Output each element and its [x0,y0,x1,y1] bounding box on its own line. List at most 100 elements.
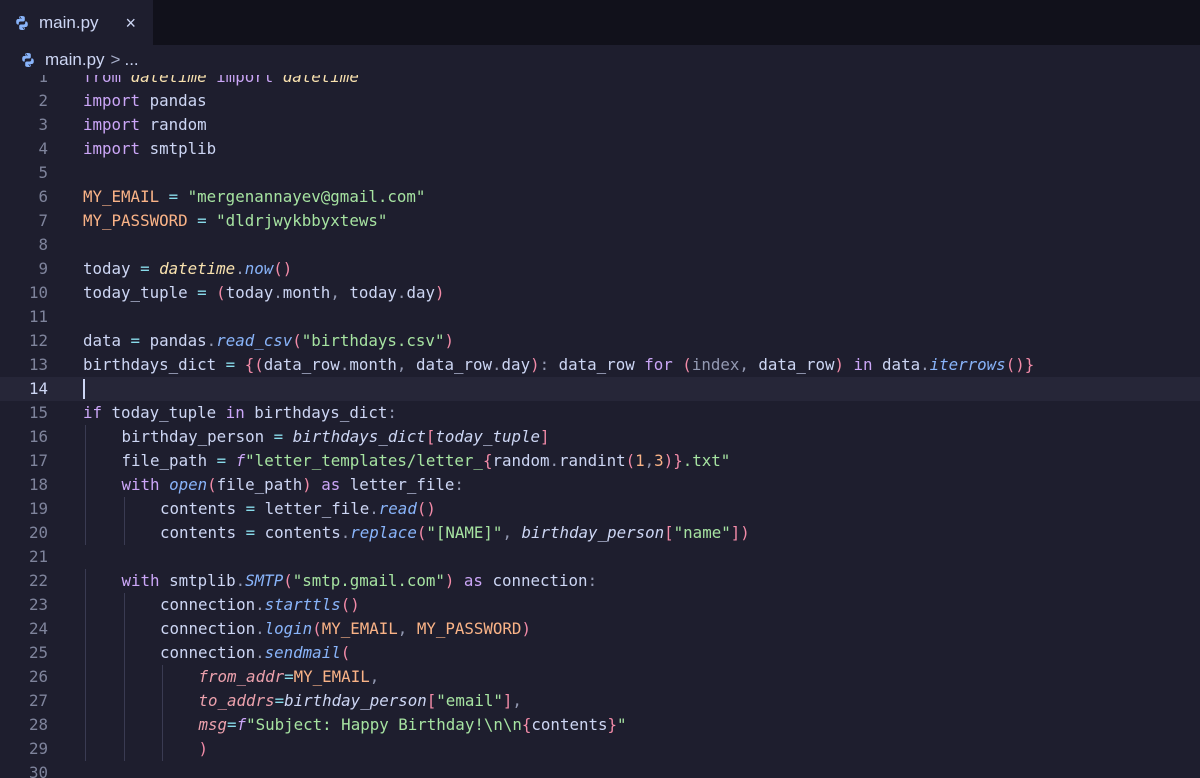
code-token: : [454,475,464,494]
line-number: 24 [28,619,48,638]
code-line[interactable]: 9 today = datetime.now() [0,257,1200,281]
code-line[interactable]: 6 MY_EMAIL = "mergenannayev@gmail.com" [0,185,1200,209]
code-token: () [416,499,436,518]
code-line[interactable]: 17 file_path = f"letter_templates/letter_… [0,449,1200,473]
code-line[interactable]: 11 [0,305,1200,329]
code-token: = [130,259,160,278]
code-token: "birthdays.csv" [301,331,445,350]
code-token: msg [198,715,228,734]
code-token: "email" [436,691,503,710]
code-token: for [634,355,683,374]
code-line[interactable]: 5 [0,161,1200,185]
chevron-right-icon: > [110,50,121,69]
code-token: . [255,643,265,662]
code-token: . [235,571,246,590]
code-line[interactable]: 7 MY_PASSWORD = "dldrjwykbbyxtews" [0,209,1200,233]
code-token: import [83,115,150,134]
line-number: 12 [28,331,48,350]
indent-guide [123,689,125,713]
code-token: as [454,571,493,590]
indent-guide [162,689,163,713]
code-line[interactable]: 18 with open(file_path) as letter_file: [0,473,1200,497]
code-token: read_csv [216,331,293,350]
code-line[interactable]: 25 connection.sendmail( [0,641,1200,665]
code-token: )} [663,451,683,470]
code-token: = [264,427,293,446]
code-token: birthday_person [521,523,665,542]
code-line[interactable]: 1 from datetime import datetime [0,75,1200,89]
code-text: MY_PASSWORD = "dldrjwykbbyxtews" [83,209,387,233]
code-token: open [169,475,208,494]
indent-guide [85,497,86,521]
code-line[interactable]: 24 connection.login(MY_EMAIL, MY_PASSWORD… [0,617,1200,641]
code-line[interactable]: 16 birthday_person = birthdays_dict[today… [0,425,1200,449]
close-icon[interactable]: × [126,14,137,32]
code-line[interactable]: 20 contents = contents.replace("[NAME]", … [0,521,1200,545]
indent-guide [123,713,125,737]
code-token: , [369,667,380,686]
code-line[interactable]: 19 contents = letter_file.read() [0,497,1200,521]
breadcrumb-file[interactable]: main.py [20,50,105,70]
breadcrumb-more[interactable]: ... [124,50,138,70]
line-number: 15 [28,403,48,422]
code-token: birthday_person [284,691,427,710]
code-text: today = datetime.now() [83,257,292,281]
line-number: 5 [38,163,48,182]
code-text: connection.login(MY_EMAIL, MY_PASSWORD) [160,617,531,641]
line-number: 25 [28,643,48,662]
code-line[interactable]: 29) [0,737,1200,761]
indent-guide [85,473,86,497]
code-token: . [255,619,265,638]
code-line[interactable]: 21 [0,545,1200,569]
code-token: , [397,619,417,638]
code-token: ( [416,523,427,542]
code-token: today [83,259,131,278]
indent-guide [85,641,86,665]
code-token: read [378,499,417,518]
code-token: data_row [415,355,493,374]
code-token: contents [160,523,237,542]
code-editor[interactable]: 1 from datetime import datetime 2 import pa… [0,75,1200,778]
line-number: 10 [28,283,48,302]
code-line[interactable]: 28 msg=f"Subject: Happy Birthday!\n\n{con… [0,713,1200,737]
code-token: ( [283,571,293,590]
code-token: . [255,595,265,614]
code-line[interactable]: 15 if today_tuple in birthdays_dict: [0,401,1200,425]
code-text: ) [199,737,209,761]
code-text: connection.sendmail( [160,641,350,665]
tab-main-py[interactable]: main.py × [0,0,153,45]
line-number: 23 [28,595,48,614]
code-token: = [187,283,217,302]
code-token: MY_PASSWORD [83,211,188,230]
code-line[interactable]: 14 [0,377,1200,401]
code-token: [ [426,691,437,710]
code-line[interactable]: 2 import pandas [0,89,1200,113]
code-line[interactable]: 23 connection.starttls() [0,593,1200,617]
code-token: 3 [654,451,664,470]
code-token: ) [530,355,540,374]
code-token: ) [834,355,844,374]
code-line[interactable]: 12 data = pandas.read_csv("birthdays.csv"… [0,329,1200,353]
code-line[interactable]: 30 [0,761,1200,778]
code-line[interactable]: 4 import smtplib [0,137,1200,161]
indent-guide [123,641,125,665]
indent-guide [85,617,86,641]
code-line[interactable]: 27 to_addrs=birthday_person["email"], [0,689,1200,713]
code-token: = [187,211,217,230]
code-line[interactable]: 22 with smtplib.SMTP("smtp.gmail.com") as… [0,569,1200,593]
code-line[interactable]: 3 import random [0,113,1200,137]
code-token: "[NAME]" [426,523,503,542]
code-line[interactable]: 13 birthdays_dict = {(data_row.month, dat… [0,353,1200,377]
code-token: = [216,355,245,374]
code-token: "dldrjwykbbyxtews" [216,211,388,230]
line-number: 22 [28,571,48,590]
code-token: random [492,451,550,470]
code-line[interactable]: 10 today_tuple = (today.month, today.day) [0,281,1200,305]
indent-guide [123,617,125,641]
line-number: 30 [28,763,48,778]
code-token: in [216,403,255,422]
code-token: {( [244,355,264,374]
code-line[interactable]: 8 [0,233,1200,257]
code-token: ()} [1005,355,1035,374]
code-line[interactable]: 26 from_addr=MY_EMAIL, [0,665,1200,689]
